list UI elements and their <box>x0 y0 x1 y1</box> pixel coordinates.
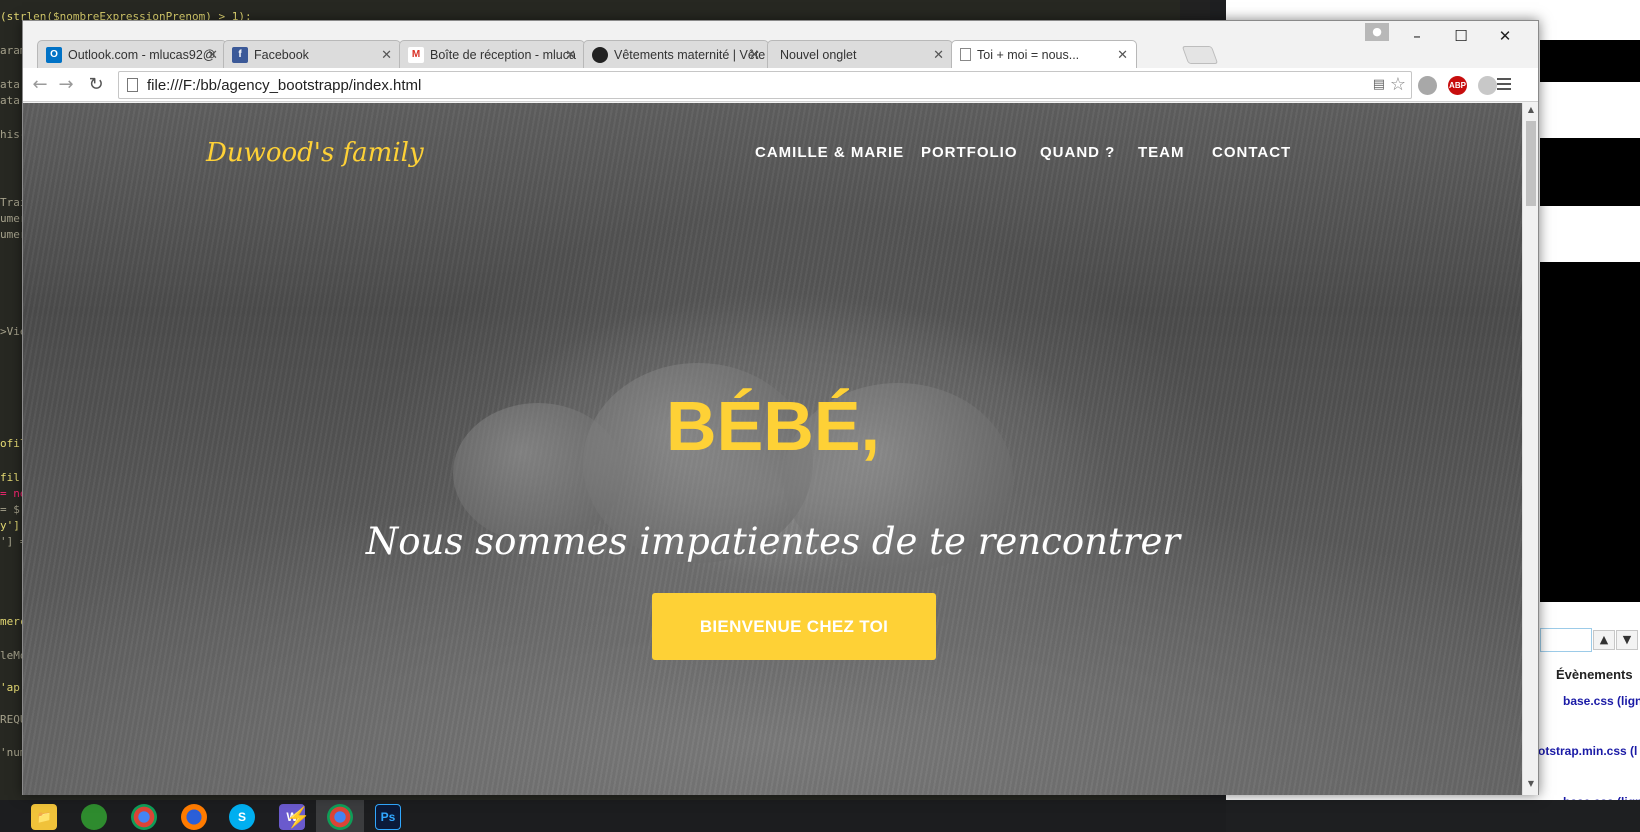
taskbar: 📁 S W ⚡ Ps <box>0 800 1226 832</box>
tab-strip: O Outlook.com - mlucas92@ ✕ f Facebook ✕… <box>23 21 1538 68</box>
file-explorer-icon[interactable]: 📁 <box>31 804 57 830</box>
maximize-icon[interactable]: ☐ <box>1441 24 1481 48</box>
nav-link-camille-marie[interactable]: CAMILLE & MARIE <box>755 144 904 161</box>
new-tab-button[interactable] <box>1181 46 1219 64</box>
code-line: = $ <box>0 503 20 516</box>
close-icon[interactable]: ✕ <box>207 47 218 63</box>
reload-icon[interactable]: ↻ <box>85 74 107 96</box>
scrollbar-thumb[interactable] <box>1526 121 1536 206</box>
page-icon <box>127 78 138 92</box>
chrome-icon[interactable] <box>131 804 157 830</box>
devtools-dark-block <box>1540 138 1640 206</box>
tab-title: Toi + moi = nous... <box>977 47 1080 62</box>
hero-headline: BÉBÉ, <box>666 387 880 465</box>
profile-icon[interactable]: ● <box>1365 23 1389 41</box>
nav-link-portfolio[interactable]: PORTFOLIO <box>921 144 1018 161</box>
page-viewport: Duwood's family CAMILLE & MARIE PORTFOLI… <box>23 103 1523 795</box>
devtools-bottom <box>1226 800 1640 832</box>
tab-title: Boîte de réception - mluca <box>430 47 576 62</box>
tab-title: Vêtements maternité | Vête <box>614 47 766 62</box>
address-bar[interactable]: file:///F:/bb/agency_bootstrapp/index.ht… <box>118 71 1412 99</box>
tab-title: Outlook.com - mlucas92@ <box>68 47 216 62</box>
close-icon[interactable]: ✕ <box>749 47 760 63</box>
browser-toolbar: ← → ↻ file:///F:/bb/agency_bootstrapp/in… <box>23 68 1538 102</box>
site-brand-logo[interactable]: Duwood's family <box>206 138 424 168</box>
brackets-icon[interactable]: ⚡ <box>285 804 311 830</box>
gmail-icon: M <box>408 46 424 63</box>
devtools-dark-block <box>1540 262 1640 602</box>
css-source-link[interactable]: otstrap.min.css (l <box>1538 744 1637 758</box>
page-icon <box>960 48 971 61</box>
tab-title: Facebook <box>254 47 309 62</box>
close-icon[interactable]: ✕ <box>565 47 576 63</box>
tab-facebook[interactable]: f Facebook ✕ <box>223 40 401 68</box>
frog-icon[interactable] <box>81 804 107 830</box>
facebook-icon: f <box>232 46 248 63</box>
devtools-search-input[interactable] <box>1540 628 1592 652</box>
code-line: y'] <box>0 519 20 532</box>
adblock-plus-icon[interactable]: ABP <box>1448 76 1467 95</box>
minimize-icon[interactable]: – <box>1397 24 1437 48</box>
scroll-down-icon[interactable]: ▼ <box>1523 779 1539 788</box>
extension-circle-icon[interactable] <box>1478 76 1497 95</box>
scroll-up-icon[interactable]: ▲ <box>1523 105 1539 114</box>
nav-link-quand[interactable]: QUAND ? <box>1040 144 1115 161</box>
nav-link-contact[interactable]: CONTACT <box>1212 144 1291 161</box>
devtools-tab-events[interactable]: Évènements <box>1556 667 1633 682</box>
tab-nouvel-onglet[interactable]: Nouvel onglet ✕ <box>767 40 953 68</box>
window-close-icon[interactable]: ✕ <box>1485 24 1525 48</box>
close-icon[interactable]: ✕ <box>933 47 944 63</box>
close-icon[interactable]: ✕ <box>381 47 392 63</box>
chevron-down-icon[interactable]: ▼ <box>1616 630 1638 650</box>
css-source-link[interactable]: base.css (lign <box>1563 694 1640 708</box>
code-line: 'ap <box>0 681 20 694</box>
site-icon <box>592 46 608 63</box>
devtools-dark-block <box>1540 40 1640 82</box>
outlook-icon: O <box>46 46 62 63</box>
chevron-up-icon[interactable]: ▲ <box>1593 630 1615 650</box>
tab-outlook[interactable]: O Outlook.com - mlucas92@ ✕ <box>37 40 227 68</box>
ghostery-icon[interactable] <box>1418 76 1437 95</box>
welcome-cta-button[interactable]: BIENVENUE CHEZ TOI <box>652 593 936 660</box>
tab-maternite[interactable]: Vêtements maternité | Vête ✕ <box>583 40 769 68</box>
menu-icon[interactable] <box>1497 78 1511 93</box>
firefox-icon[interactable] <box>181 804 207 830</box>
page-scrollbar[interactable]: ▲ ▼ <box>1522 103 1538 795</box>
tab-title: Nouvel onglet <box>780 47 857 62</box>
skype-icon[interactable]: S <box>229 804 255 830</box>
code-line: fil <box>0 471 20 484</box>
browser-window: O Outlook.com - mlucas92@ ✕ f Facebook ✕… <box>22 20 1539 795</box>
chrome-active-icon[interactable] <box>327 804 353 830</box>
hero-tagline: Nous sommes impatientes de te rencontrer <box>365 520 1181 563</box>
url-text[interactable]: file:///F:/bb/agency_bootstrapp/index.ht… <box>147 77 421 94</box>
photoshop-icon[interactable]: Ps <box>375 804 401 830</box>
tab-active-page[interactable]: Toi + moi = nous... ✕ <box>951 40 1137 68</box>
forward-arrow-icon[interactable]: → <box>55 74 77 96</box>
bookmark-star-icon[interactable]: ☆ <box>1390 74 1406 95</box>
back-arrow-icon[interactable]: ← <box>29 74 51 96</box>
translate-icon[interactable]: ▤ <box>1373 77 1385 92</box>
nav-link-team[interactable]: TEAM <box>1138 144 1185 161</box>
tab-gmail[interactable]: M Boîte de réception - mluca ✕ <box>399 40 585 68</box>
close-icon[interactable]: ✕ <box>1117 47 1128 63</box>
